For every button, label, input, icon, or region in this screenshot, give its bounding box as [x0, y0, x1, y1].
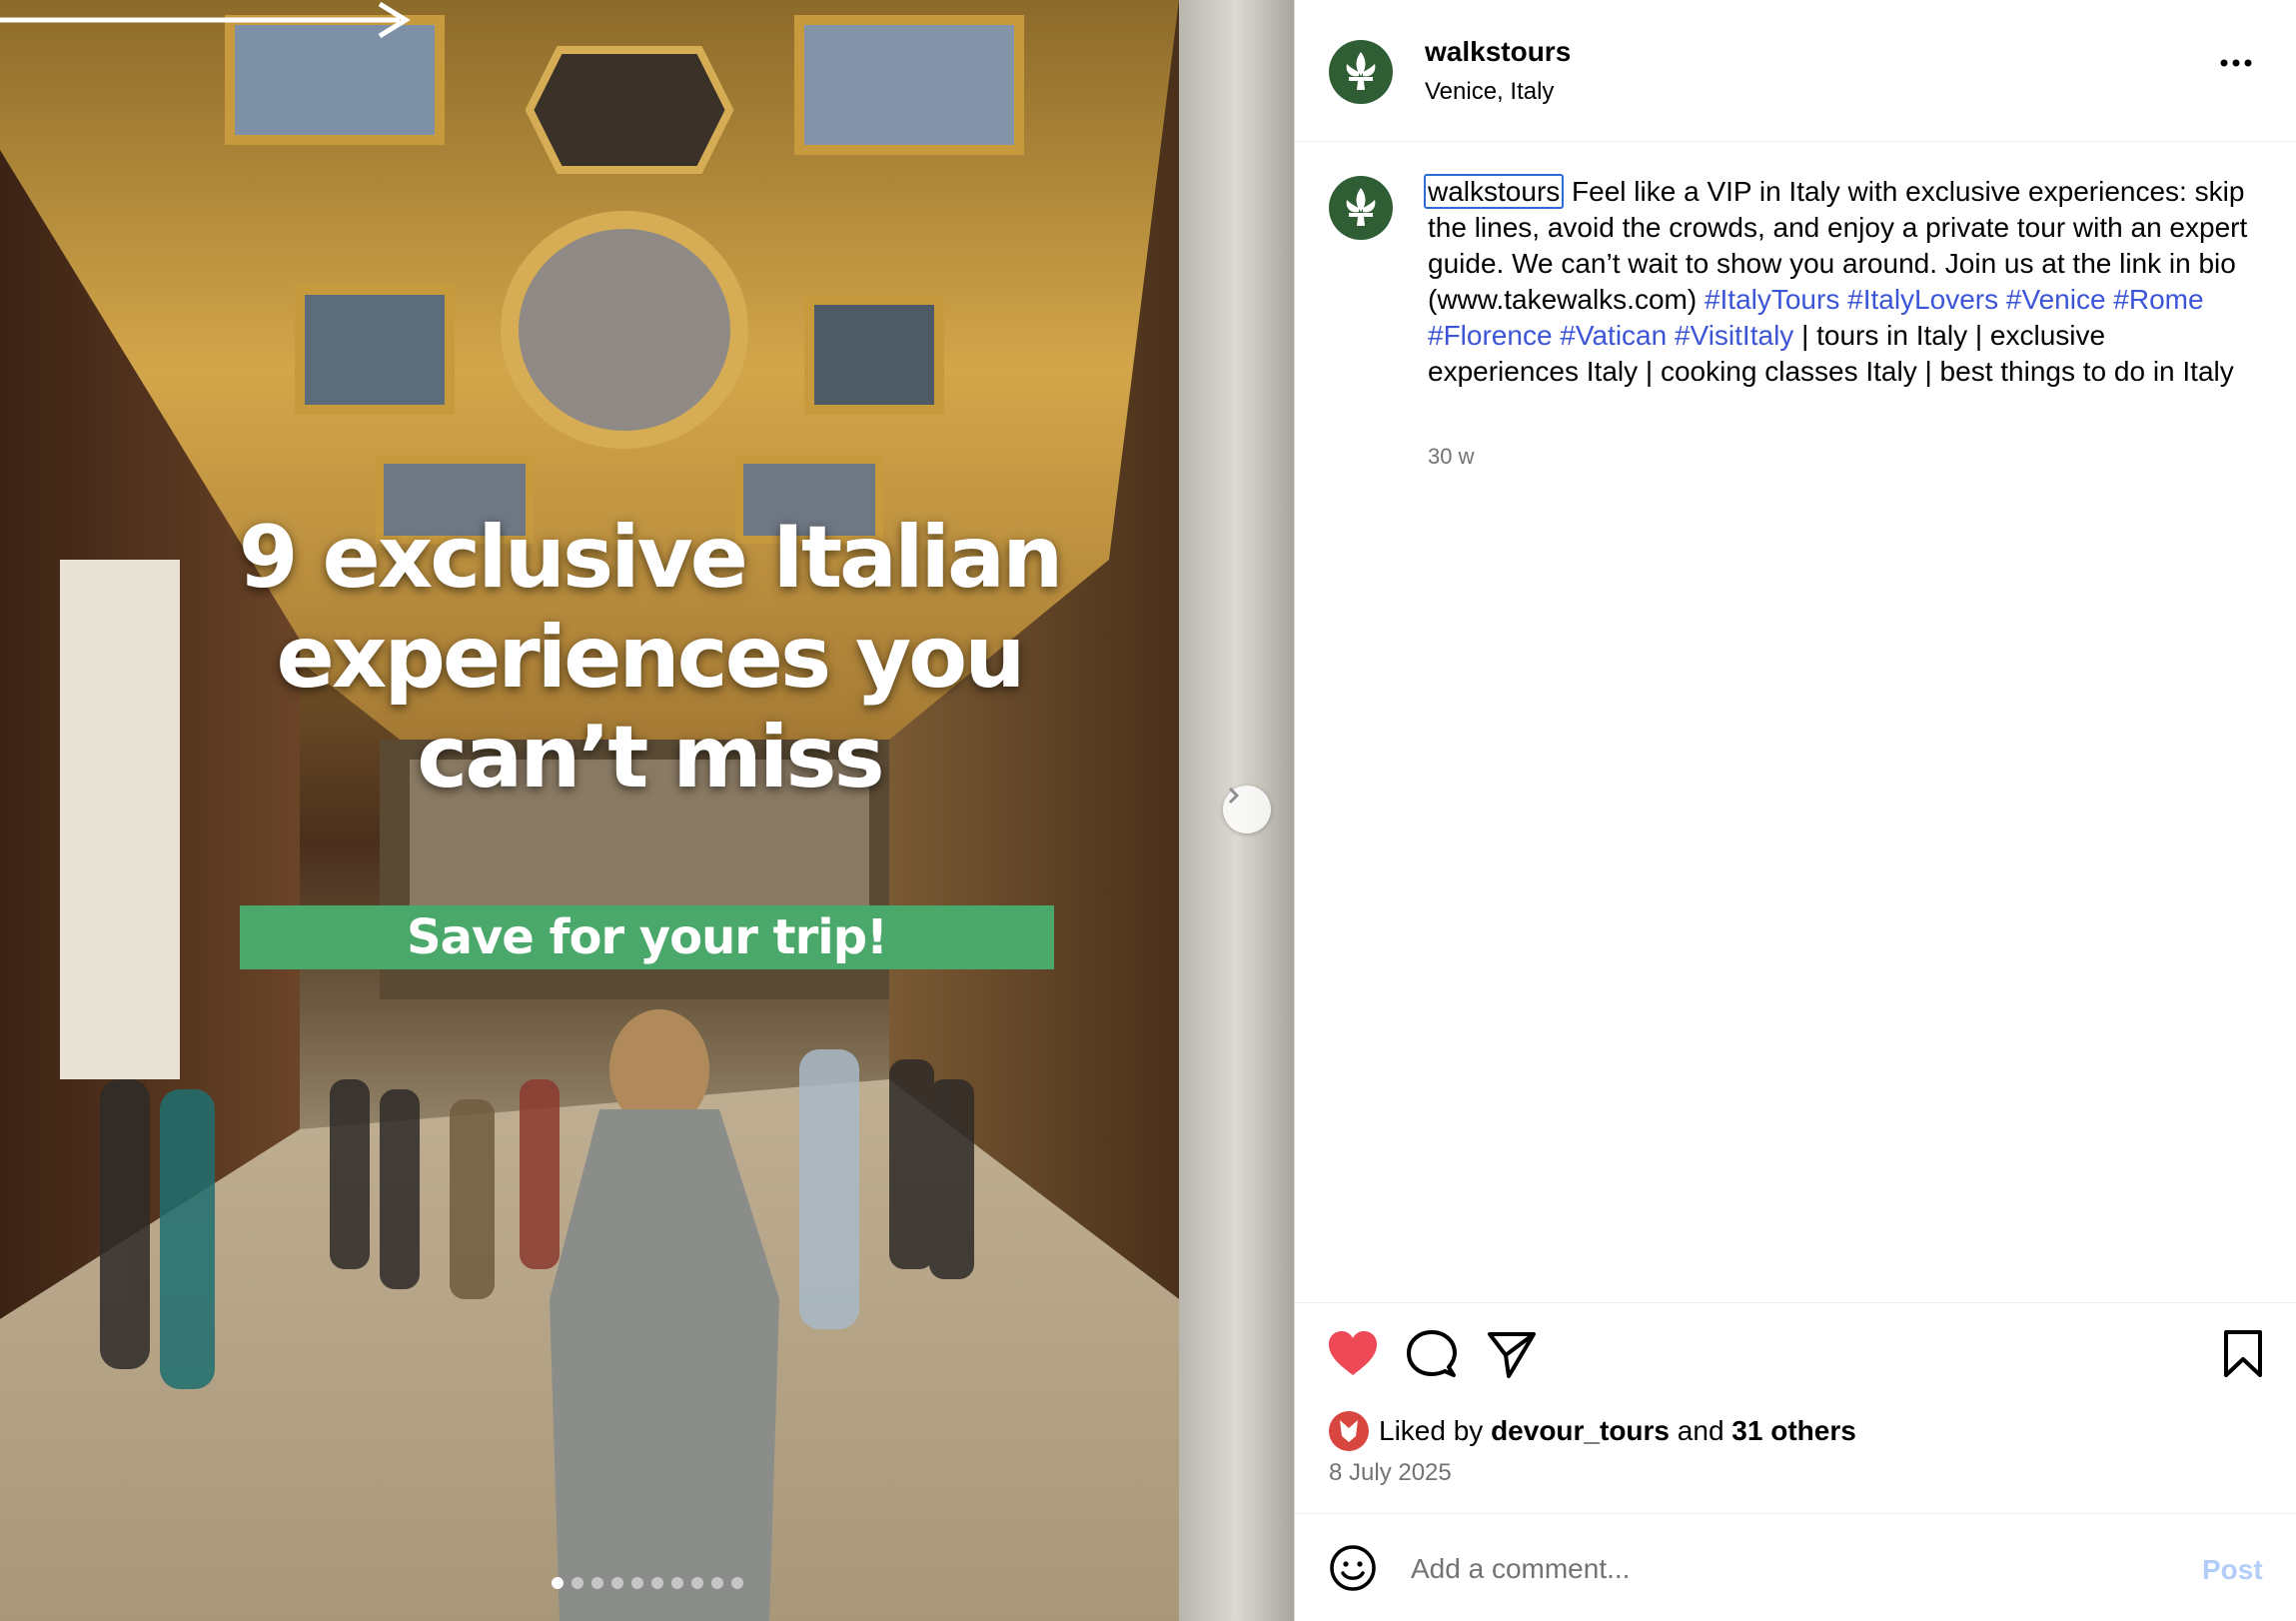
avatar[interactable] — [1329, 40, 1393, 104]
carousel-dot — [691, 1577, 703, 1589]
caption-timestamp[interactable]: 30 w — [1428, 444, 1474, 470]
hashtag[interactable]: #Rome — [2113, 284, 2203, 315]
header-location[interactable]: Venice, Italy — [1425, 78, 1554, 106]
save-banner: Save for your trip! — [240, 905, 1054, 969]
carousel-dot — [611, 1577, 623, 1589]
fleur-de-lis-icon — [1346, 188, 1376, 226]
carousel-dot — [631, 1577, 643, 1589]
post-media[interactable]: 9 exclusive Italian experiences you can’… — [0, 0, 1294, 1621]
post-caption: walkstours Feel like a VIP in Italy with… — [1424, 174, 2257, 390]
post-comment-button[interactable]: Post — [2202, 1554, 2263, 1586]
carousel-next-button[interactable] — [1223, 786, 1271, 833]
likes-others-link[interactable]: 31 others — [1731, 1415, 1856, 1447]
arrow-right-icon — [0, 1, 411, 39]
carousel-dot — [572, 1577, 583, 1589]
hashtag[interactable]: #VisitItaly — [1675, 320, 1793, 351]
header-username[interactable]: walkstours — [1425, 36, 1571, 68]
post-details-panel: walkstours Venice, Italy walkstours Feel… — [1294, 0, 2296, 1621]
more-options-icon[interactable] — [2220, 58, 2252, 68]
caption-avatar[interactable] — [1329, 176, 1393, 240]
carousel-dot — [711, 1577, 723, 1589]
likes-and: and — [1670, 1415, 1732, 1446]
hashtag[interactable]: #Vatican — [1560, 320, 1667, 351]
hashtag[interactable]: #Florence — [1428, 320, 1553, 351]
hashtag[interactable]: #ItalyTours — [1705, 284, 1839, 315]
divider — [1295, 1302, 2296, 1303]
hashtag[interactable]: #Venice — [2006, 284, 2106, 315]
carousel-dot — [671, 1577, 683, 1589]
post-header: walkstours Venice, Italy — [1295, 0, 2296, 142]
emoji-icon[interactable] — [1329, 1544, 1377, 1592]
caption-username[interactable]: walkstours — [1424, 174, 1565, 209]
carousel-dot — [651, 1577, 663, 1589]
carousel-dot — [591, 1577, 603, 1589]
hashtag[interactable]: #ItalyLovers — [1847, 284, 1998, 315]
comment-input[interactable] — [1409, 1540, 2172, 1598]
share-icon[interactable] — [1487, 1329, 1537, 1379]
carousel-indicators — [552, 1577, 743, 1589]
bookmark-icon[interactable] — [2222, 1329, 2264, 1379]
liker-username[interactable]: devour_tours — [1491, 1415, 1670, 1447]
carousel-dot — [552, 1577, 564, 1589]
comment-icon[interactable] — [1407, 1329, 1457, 1379]
fleur-de-lis-icon — [1346, 52, 1376, 90]
likes-prefix: Liked by — [1379, 1415, 1492, 1446]
chevron-right-icon — [1228, 787, 1240, 805]
post-date[interactable]: 8 July 2025 — [1329, 1459, 1452, 1487]
comment-bar: Post — [1295, 1513, 2296, 1621]
liker-avatar[interactable] — [1329, 1411, 1369, 1451]
likes-summary: Liked by devour_tours and 31 others — [1329, 1411, 1856, 1451]
fox-logo-icon — [1340, 1420, 1358, 1442]
post-photo — [0, 0, 1294, 1621]
overlay-title: 9 exclusive Italian experiences you can’… — [238, 508, 1064, 808]
heart-filled-icon[interactable] — [1327, 1329, 1379, 1377]
carousel-dot — [731, 1577, 743, 1589]
